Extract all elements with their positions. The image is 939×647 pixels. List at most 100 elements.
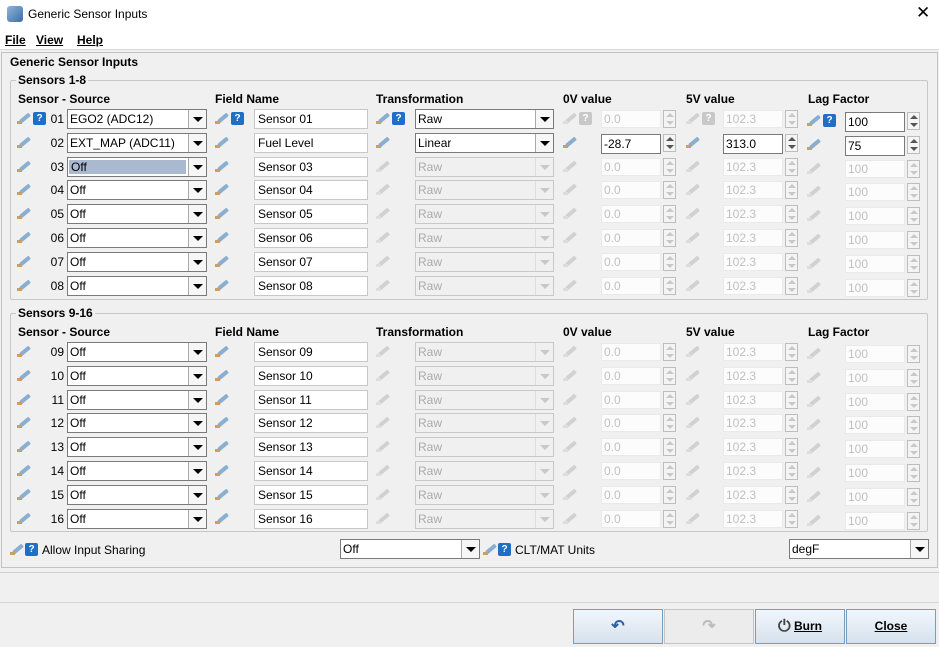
transformation-select[interactable]: Raw	[415, 461, 554, 481]
transformation-select[interactable]: Raw	[415, 413, 554, 433]
pencil-icon[interactable]	[215, 206, 229, 220]
field-name-input[interactable]: Fuel Level	[254, 133, 368, 153]
pencil-icon[interactable]	[215, 182, 229, 196]
zero-volt-spinner[interactable]	[663, 134, 676, 152]
pencil-icon[interactable]	[17, 230, 31, 244]
pencil-icon[interactable]	[17, 392, 31, 406]
pencil-icon[interactable]	[215, 487, 229, 501]
pencil-icon[interactable]	[17, 368, 31, 382]
pencil-icon[interactable]	[215, 511, 229, 525]
field-name-input[interactable]: Sensor 09	[254, 342, 368, 362]
menu-file[interactable]: File	[5, 33, 26, 47]
help-icon[interactable]: ?	[25, 543, 38, 556]
window-close-button[interactable]: ✕	[916, 3, 930, 23]
burn-button[interactable]: ⏻ Burn	[755, 609, 845, 644]
pencil-icon[interactable]	[376, 111, 390, 125]
source-select[interactable]: Off	[67, 366, 207, 386]
pencil-icon[interactable]	[376, 135, 390, 149]
pencil-icon[interactable]	[215, 111, 229, 125]
transformation-select[interactable]: Raw	[415, 509, 554, 529]
pencil-icon[interactable]	[17, 278, 31, 292]
source-select[interactable]: EXT_MAP (ADC11)	[67, 133, 207, 153]
source-select[interactable]: Off	[67, 342, 207, 362]
transformation-select[interactable]: Raw	[415, 204, 554, 224]
transformation-select[interactable]: Raw	[415, 342, 554, 362]
transformation-select[interactable]: Raw	[415, 485, 554, 505]
field-name-input[interactable]: Sensor 16	[254, 509, 368, 529]
pencil-icon[interactable]	[215, 463, 229, 477]
source-select[interactable]: Off	[67, 413, 207, 433]
source-select[interactable]: Off	[67, 252, 207, 272]
help-icon[interactable]: ?	[392, 112, 405, 125]
field-name-input[interactable]: Sensor 13	[254, 437, 368, 457]
menu-view[interactable]: View	[36, 33, 63, 47]
field-name-input[interactable]: Sensor 15	[254, 485, 368, 505]
transformation-select[interactable]: Raw	[415, 437, 554, 457]
pencil-icon[interactable]	[215, 439, 229, 453]
field-name-input[interactable]: Sensor 07	[254, 252, 368, 272]
source-select[interactable]: Off	[67, 509, 207, 529]
pencil-icon[interactable]	[17, 159, 31, 173]
close-button[interactable]: Close	[846, 609, 936, 644]
transformation-select[interactable]: Raw	[415, 157, 554, 177]
source-select[interactable]: Off	[67, 204, 207, 224]
transformation-select[interactable]: Raw	[415, 228, 554, 248]
source-select[interactable]: Off	[67, 437, 207, 457]
field-name-input[interactable]: Sensor 08	[254, 276, 368, 296]
transformation-select[interactable]: Raw	[415, 276, 554, 296]
help-icon[interactable]: ?	[823, 114, 836, 127]
pencil-icon[interactable]	[17, 111, 31, 125]
pencil-icon[interactable]	[17, 463, 31, 477]
pencil-icon[interactable]	[10, 542, 24, 556]
source-select[interactable]: Off	[67, 180, 207, 200]
source-select[interactable]: EGO2 (ADC12)	[67, 109, 207, 129]
help-icon[interactable]: ?	[498, 543, 511, 556]
help-icon[interactable]: ?	[231, 112, 244, 125]
transformation-select[interactable]: Raw	[415, 390, 554, 410]
field-name-input[interactable]: Sensor 11	[254, 390, 368, 410]
pencil-icon[interactable]	[215, 392, 229, 406]
field-name-input[interactable]: Sensor 01	[254, 109, 368, 129]
source-select[interactable]: Off	[67, 157, 207, 177]
transformation-select[interactable]: Raw	[415, 366, 554, 386]
pencil-icon[interactable]	[215, 344, 229, 358]
help-icon[interactable]: ?	[33, 112, 46, 125]
pencil-icon[interactable]	[17, 344, 31, 358]
lag-factor-spinner[interactable]	[907, 112, 920, 130]
menu-help[interactable]: Help	[77, 33, 103, 47]
source-select[interactable]: Off	[67, 276, 207, 296]
clt-mat-units-select[interactable]: degF	[789, 539, 929, 559]
pencil-icon[interactable]	[563, 135, 577, 149]
source-select[interactable]: Off	[67, 228, 207, 248]
field-name-input[interactable]: Sensor 04	[254, 180, 368, 200]
pencil-icon[interactable]	[17, 254, 31, 268]
pencil-icon[interactable]	[686, 135, 700, 149]
pencil-icon[interactable]	[17, 511, 31, 525]
field-name-input[interactable]: Sensor 10	[254, 366, 368, 386]
pencil-icon[interactable]	[483, 542, 497, 556]
pencil-icon[interactable]	[215, 415, 229, 429]
field-name-input[interactable]: Sensor 03	[254, 157, 368, 177]
allow-input-sharing-select[interactable]: Off	[340, 539, 480, 559]
lag-factor-input[interactable]: 75	[845, 136, 905, 156]
pencil-icon[interactable]	[17, 487, 31, 501]
pencil-icon[interactable]	[807, 137, 821, 151]
zero-volt-input[interactable]: -28.7	[601, 134, 661, 154]
source-select[interactable]: Off	[67, 485, 207, 505]
transformation-select[interactable]: Raw	[415, 180, 554, 200]
source-select[interactable]: Off	[67, 461, 207, 481]
lag-factor-spinner[interactable]	[907, 136, 920, 154]
pencil-icon[interactable]	[215, 159, 229, 173]
pencil-icon[interactable]	[17, 415, 31, 429]
undo-button[interactable]: ↶	[573, 609, 663, 644]
five-volt-input[interactable]: 313.0	[723, 134, 783, 154]
field-name-input[interactable]: Sensor 12	[254, 413, 368, 433]
pencil-icon[interactable]	[17, 135, 31, 149]
transformation-select[interactable]: Raw	[415, 109, 554, 129]
field-name-input[interactable]: Sensor 06	[254, 228, 368, 248]
pencil-icon[interactable]	[215, 135, 229, 149]
pencil-icon[interactable]	[215, 278, 229, 292]
lag-factor-input[interactable]: 100	[845, 112, 905, 132]
transformation-select[interactable]: Linear	[415, 133, 554, 153]
pencil-icon[interactable]	[807, 113, 821, 127]
